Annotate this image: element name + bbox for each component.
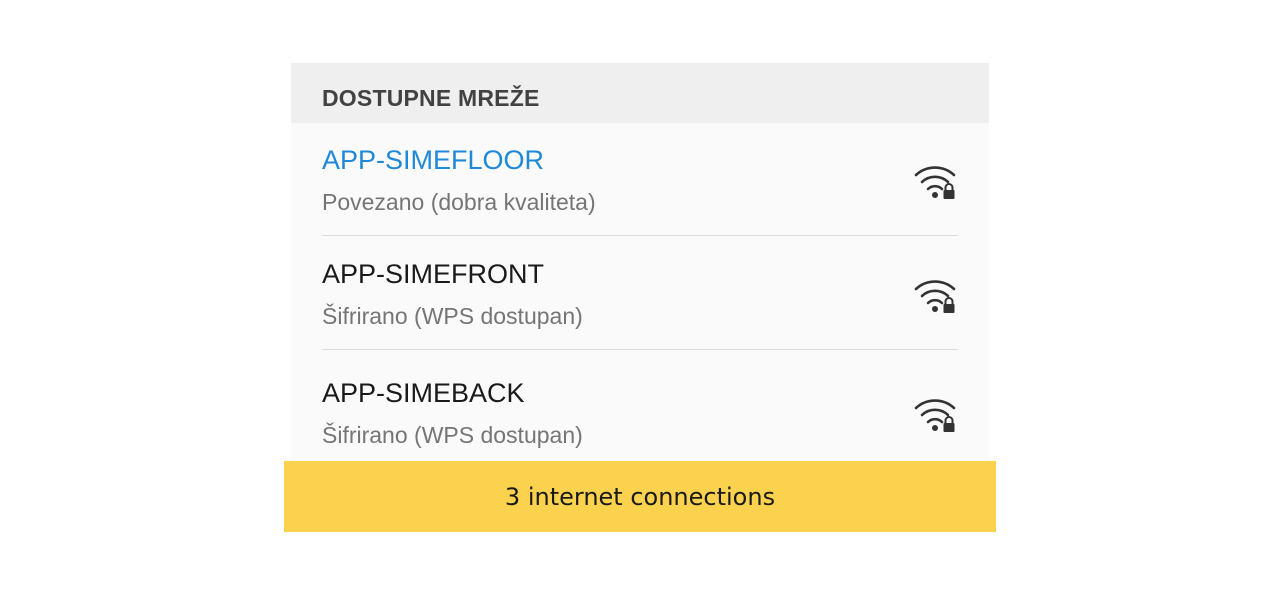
wifi-network-list: DOSTUPNE MREŽE APP-SIMEFLOOR Povezano (d…: [291, 63, 989, 463]
wifi-lock-icon: [914, 166, 956, 199]
network-item-app-simefloor[interactable]: APP-SIMEFLOOR Povezano (dobra kvaliteta): [291, 123, 989, 236]
network-item-app-simefront[interactable]: APP-SIMEFRONT Šifrirano (WPS dostupan): [291, 236, 989, 350]
connection-count-banner: 3 internet connections: [284, 461, 996, 532]
network-item-app-simeback[interactable]: APP-SIMEBACK Šifrirano (WPS dostupan): [291, 350, 989, 463]
network-status: Šifrirano (WPS dostupan): [322, 303, 583, 329]
network-status: Povezano (dobra kvaliteta): [322, 189, 596, 215]
banner-text: 3 internet connections: [504, 482, 776, 511]
wifi-lock-icon: [914, 280, 956, 313]
network-name: APP-SIMEFRONT: [322, 259, 545, 289]
section-header: DOSTUPNE MREŽE: [291, 63, 989, 123]
network-status: Šifrirano (WPS dostupan): [322, 422, 583, 448]
section-title: DOSTUPNE MREŽE: [322, 85, 540, 111]
network-name: APP-SIMEBACK: [322, 378, 525, 408]
wifi-lock-icon: [914, 399, 956, 432]
network-name: APP-SIMEFLOOR: [322, 145, 545, 175]
